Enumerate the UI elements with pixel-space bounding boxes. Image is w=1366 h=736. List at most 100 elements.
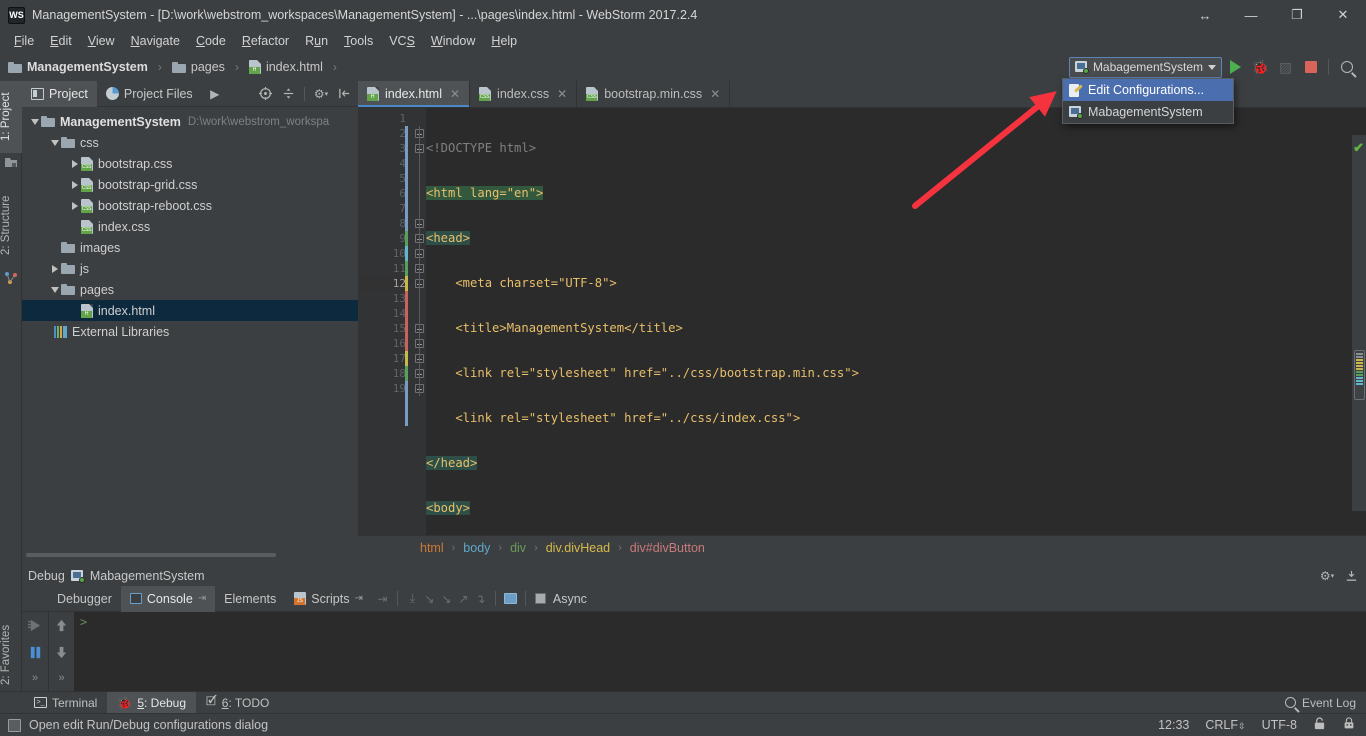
tree-row-pages[interactable]: pages [22, 279, 358, 300]
maximize-button[interactable]: ❐ [1274, 0, 1320, 30]
twisty-right-icon[interactable] [48, 264, 61, 273]
menu-help[interactable]: Help [483, 31, 525, 52]
menu-file[interactable]: File [6, 31, 42, 52]
expand-arrow-icon[interactable]: ▶ [208, 87, 222, 101]
bottom-tab-debug[interactable]: 🐞 5: Debug [107, 691, 197, 714]
console-output[interactable]: > [74, 612, 1366, 691]
project-tree[interactable]: ManagementSystem D:\work\webstrom_worksp… [22, 108, 358, 559]
twisty-down-icon[interactable] [28, 118, 41, 125]
pause-icon[interactable] [28, 645, 43, 663]
close-button[interactable]: ✕ [1320, 0, 1366, 30]
tree-row-css[interactable]: css [22, 132, 358, 153]
tree-row-managementsystem[interactable]: ManagementSystem D:\work\webstrom_worksp… [22, 111, 358, 132]
stop-button[interactable] [1299, 56, 1322, 79]
tree-row-js[interactable]: js [22, 258, 358, 279]
run-button[interactable] [1224, 56, 1247, 79]
tree-row-bootstrap-grid-css[interactable]: CSS bootstrap-grid.css [22, 174, 358, 195]
close-icon[interactable]: ✕ [710, 87, 720, 101]
menu-code[interactable]: Code [188, 31, 234, 52]
tab-index-css[interactable]: CSS index.css ✕ [470, 81, 578, 107]
menu-vcs[interactable]: VCS [381, 31, 423, 52]
tree-row-external-libraries[interactable]: External Libraries [22, 321, 358, 342]
code-editor[interactable]: 1 2 3 4 5 6 7 8 9 10 11 12 13 14 15 16 1… [358, 108, 1366, 535]
settings-gear-icon[interactable]: ⚙ ▾ [1320, 569, 1334, 583]
tab-console[interactable]: Console ⇥ [120, 585, 216, 612]
async-checkbox[interactable] [532, 590, 549, 607]
debug-button[interactable]: 🐞 [1249, 56, 1272, 79]
status-encoding[interactable]: UTF-8 [1262, 718, 1297, 732]
event-log-label[interactable]: Event Log [1302, 696, 1356, 710]
menu-edit[interactable]: Edit [42, 31, 80, 52]
code-text[interactable]: <!DOCTYPE html> <html lang="en"> <head> … [426, 108, 1366, 535]
editor-breadcrumb-body[interactable]: body [463, 541, 490, 555]
more-icon[interactable]: » [58, 672, 64, 684]
bottom-tab-todo[interactable]: 🗹 6: TODO [196, 692, 279, 714]
twisty-down-icon[interactable] [48, 286, 61, 293]
code-folding-column[interactable] [412, 108, 426, 535]
tab-project-files[interactable]: Project Files [97, 81, 202, 107]
editor-breadcrumb-divbutton[interactable]: div#divButton [630, 541, 705, 555]
tree-row-images[interactable]: images [22, 237, 358, 258]
lock-icon[interactable] [1313, 716, 1326, 734]
breadcrumb-item-pages[interactable]: pages [191, 60, 225, 74]
restore-down-button[interactable]: ↔ [1182, 0, 1228, 30]
twisty-right-icon[interactable] [68, 180, 81, 189]
collapse-all-icon[interactable] [281, 87, 295, 101]
evaluate-expression-icon[interactable] [502, 590, 519, 607]
run-configuration-dropdown[interactable]: Edit Configurations... MabagementSystem [1062, 78, 1234, 124]
tree-row-bootstrap-reboot-css[interactable]: CSS bootstrap-reboot.css [22, 195, 358, 216]
up-arrow-icon[interactable] [54, 618, 69, 636]
detach-icon[interactable]: ⇥ [354, 593, 362, 604]
inspection-status-icon[interactable]: ✔ [1353, 140, 1364, 156]
menu-run[interactable]: Run [297, 31, 336, 52]
tree-row-index-css[interactable]: CSS index.css [22, 216, 358, 237]
run-configuration-selector[interactable]: MabagementSystem [1068, 56, 1222, 78]
editor-marker-strip[interactable]: ✔ [1352, 135, 1366, 511]
menu-tools[interactable]: Tools [336, 31, 381, 52]
tab-elements[interactable]: Elements [215, 586, 285, 612]
breadcrumb-item-index-html[interactable]: index.html [266, 60, 323, 74]
tree-row-bootstrap-css[interactable]: CSS bootstrap.css [22, 153, 358, 174]
editor-breadcrumb-divhead[interactable]: div.divHead [546, 541, 610, 555]
tab-project[interactable]: Project [22, 80, 97, 107]
hide-window-icon[interactable] [1344, 569, 1358, 583]
dropdown-item-edit-configurations[interactable]: Edit Configurations... [1063, 79, 1233, 101]
tab-bootstrap-min-css[interactable]: CSS bootstrap.min.css ✕ [577, 81, 731, 107]
project-horizontal-scrollbar[interactable] [26, 553, 276, 557]
menu-navigate[interactable]: Navigate [123, 31, 188, 52]
sidebar-item-favorites[interactable]: 2: Favorites [0, 609, 22, 701]
menu-window[interactable]: Window [423, 31, 483, 52]
minimize-button[interactable]: — [1228, 0, 1274, 30]
tab-scripts[interactable]: JS Scripts ⇥ [285, 586, 372, 612]
settings-gear-icon[interactable]: ⚙ ▾ [314, 87, 328, 101]
more-icon[interactable]: » [32, 672, 38, 684]
bottom-tab-terminal[interactable]: >_ Terminal [24, 692, 107, 714]
close-icon[interactable]: ✕ [450, 87, 460, 101]
detach-icon[interactable]: ⇥ [198, 593, 206, 604]
twisty-right-icon[interactable] [68, 201, 81, 210]
search-everywhere-button[interactable] [1335, 56, 1358, 79]
menu-view[interactable]: View [80, 31, 123, 52]
rerun-icon[interactable] [27, 618, 43, 636]
twisty-right-icon[interactable] [68, 159, 81, 168]
editor-breadcrumb-html[interactable]: html [420, 541, 444, 555]
menu-refactor[interactable]: Refactor [234, 31, 297, 52]
status-line-separator[interactable]: CRLF⇳ [1205, 718, 1245, 732]
editor-gutter[interactable]: 1 2 3 4 5 6 7 8 9 10 11 12 13 14 15 16 1… [358, 108, 412, 535]
down-arrow-icon[interactable] [54, 645, 69, 663]
hide-panel-icon[interactable] [337, 87, 351, 101]
tab-index-html[interactable]: H index.html ✕ [358, 81, 471, 107]
twisty-down-icon[interactable] [48, 139, 61, 146]
tab-debugger[interactable]: Debugger [48, 586, 121, 612]
sidebar-item-project[interactable]: 1: Project [0, 81, 22, 153]
dropdown-item-mabagementsystem[interactable]: MabagementSystem [1063, 101, 1233, 123]
close-icon[interactable]: ✕ [557, 87, 567, 101]
locate-icon[interactable] [258, 87, 272, 101]
breadcrumb-separator: › [234, 60, 239, 74]
inspector-icon[interactable] [1342, 716, 1356, 734]
bottom-tool-stripe: >_ Terminal 🐞 5: Debug 🗹 6: TODO Event L… [0, 691, 1366, 714]
editor-breadcrumb-div[interactable]: div [510, 541, 526, 555]
tree-row-index-html[interactable]: H index.html [22, 300, 358, 321]
sidebar-item-structure[interactable]: 2: Structure [0, 181, 22, 269]
breadcrumb-item-project[interactable]: ManagementSystem [27, 60, 148, 74]
